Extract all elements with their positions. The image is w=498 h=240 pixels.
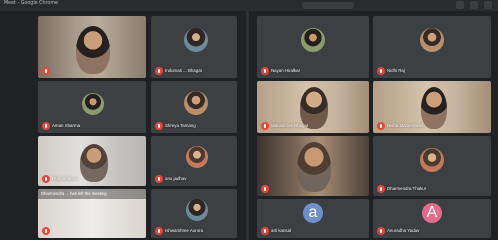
participant-tile[interactable]: Manashree Bhagat	[257, 81, 369, 133]
mic-muted-icon	[377, 185, 385, 193]
mic-muted-icon	[377, 67, 385, 75]
mic-muted-icon	[42, 67, 50, 75]
participant-tile[interactable]: Ruhi Sharma	[38, 136, 146, 186]
participant-name: Ishwarshree Aurora	[165, 227, 204, 233]
mic-muted-icon	[155, 227, 163, 235]
participant-name: anu jadhav	[165, 175, 187, 181]
minimize-button[interactable]	[456, 1, 464, 9]
participant-tile[interactable]: Aman Sharma	[38, 81, 146, 133]
participant-name-row: Dharmendra Thakur	[377, 185, 426, 193]
participant-tile[interactable]: Dharmendra Thakur	[373, 136, 491, 196]
participant-name-row: Shreya Tamang	[155, 122, 196, 130]
participant-avatar	[186, 146, 208, 168]
participant-name: Shreya Tamang	[165, 122, 196, 128]
participant-name-row: Manashree Bhagat	[261, 122, 308, 130]
participant-tile[interactable]: Indumati ... Bhagat	[151, 16, 237, 78]
participant-name: arti kansal	[271, 227, 292, 233]
participant-person	[421, 87, 447, 129]
left-grid: Indumati ... Bhagat Aman Sharma Shreya T…	[0, 11, 246, 240]
right-grid: Nayan Hiralkar Nidhi Raj Manashree Bhaga…	[249, 11, 498, 240]
mic-muted-icon	[261, 185, 269, 193]
mic-muted-icon	[377, 227, 385, 235]
participant-tile[interactable]: Shreya Tamang	[151, 81, 237, 133]
participant-name: Manashree Bhagat	[271, 122, 309, 128]
participant-tile[interactable]: a arti kansal	[257, 199, 369, 238]
participant-name: Indumati ... Bhagat	[165, 67, 202, 73]
participant-tile[interactable]: Nidhi Raj	[373, 16, 491, 78]
participant-name: Nisha Maheshwari	[387, 122, 424, 128]
window-title: Meet - Google Chrome	[4, 1, 58, 6]
participant-name-row	[261, 185, 271, 193]
participant-name: Anuradha Yadav	[387, 227, 420, 233]
participant-avatar	[82, 93, 104, 115]
participant-avatar	[184, 91, 208, 115]
participant-name-row: Nayan Hiralkar	[261, 67, 300, 75]
window-controls	[456, 1, 492, 9]
participant-person	[297, 142, 331, 192]
participant-name-row: Anuradha Yadav	[377, 227, 419, 235]
mic-muted-icon	[42, 175, 50, 183]
participant-name-row: Indumati ... Bhagat	[155, 67, 202, 75]
mic-muted-icon	[155, 122, 163, 130]
participant-name: Aman Sharma	[52, 122, 81, 128]
window-center-control[interactable]	[302, 2, 354, 9]
participant-name-row: Nisha Maheshwari	[377, 122, 423, 130]
participant-tile[interactable]: Dharmendra ... has left the meeting	[38, 189, 146, 238]
participant-avatar	[420, 28, 444, 52]
tile-more-button[interactable]	[472, 229, 488, 236]
system-banner: Dharmendra ... has left the meeting	[38, 189, 146, 199]
mic-muted-icon	[377, 122, 385, 130]
participant-name-row: anu jadhav	[155, 175, 186, 183]
participant-name: Dharmendra Thakur	[387, 185, 427, 191]
window-titlebar: Meet - Google Chrome	[0, 0, 498, 11]
participant-tile[interactable]: anu jadhav	[151, 136, 237, 186]
participant-avatar	[184, 28, 208, 52]
participant-avatar	[420, 148, 444, 172]
mic-muted-icon	[155, 175, 163, 183]
mic-muted-icon	[261, 227, 269, 235]
mic-muted-icon	[261, 67, 269, 75]
participant-avatar	[186, 199, 208, 221]
participant-name: Ruhi Sharma	[52, 175, 78, 181]
participant-tile[interactable]: Nisha Maheshwari	[373, 81, 491, 133]
mic-muted-icon	[42, 227, 50, 235]
participant-name-row: Ruhi Sharma	[42, 175, 78, 183]
mic-muted-icon	[261, 122, 269, 130]
participant-person	[76, 26, 110, 74]
participant-tile[interactable]	[38, 16, 146, 78]
participant-avatar	[301, 28, 325, 52]
participant-tile[interactable]: Nayan Hiralkar	[257, 16, 369, 78]
participant-avatar: A	[422, 203, 442, 223]
participant-tile[interactable]	[257, 136, 369, 196]
maximize-button[interactable]	[470, 1, 478, 9]
participant-name-row: arti kansal	[261, 227, 291, 235]
close-button[interactable]	[484, 1, 492, 9]
participant-person	[80, 144, 108, 182]
mic-muted-icon	[155, 67, 163, 75]
participant-tile[interactable]: A Anuradha Yadav	[373, 199, 491, 238]
participant-name: Nidhi Raj	[387, 67, 405, 73]
participant-name: Nayan Hiralkar	[271, 67, 301, 73]
participant-name-row	[42, 67, 52, 75]
participant-name-row: Aman Sharma	[42, 122, 80, 130]
participant-tile[interactable]: Ishwarshree Aurora	[151, 189, 237, 238]
participant-name-row: Nidhi Raj	[377, 67, 405, 75]
participant-name-row: Ishwarshree Aurora	[155, 227, 203, 235]
participant-avatar: a	[303, 203, 323, 223]
mic-muted-icon	[42, 122, 50, 130]
participant-name-row	[42, 227, 52, 235]
